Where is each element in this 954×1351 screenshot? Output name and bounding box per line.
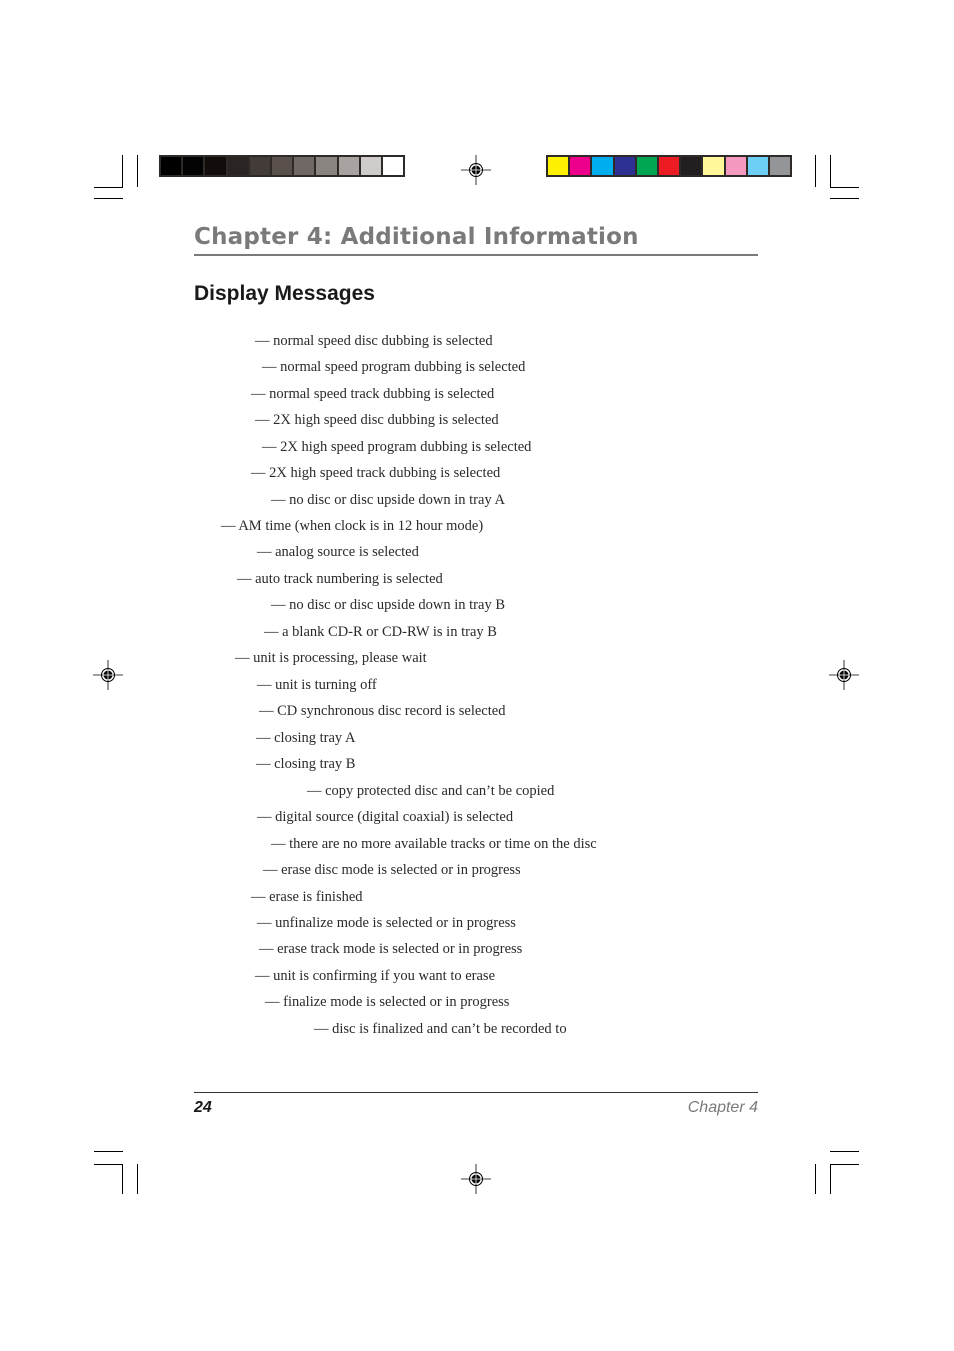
message-item: — 2X high speed disc dubbing is selected xyxy=(255,412,499,428)
color-swatch xyxy=(636,157,657,175)
message-item: — auto track numbering is selected xyxy=(237,571,443,587)
footer-divider xyxy=(194,1092,758,1093)
crop-mark xyxy=(94,187,123,188)
message-item: — closing tray A xyxy=(256,730,356,746)
message-item: — normal speed program dubbing is select… xyxy=(262,359,526,375)
message-item: — normal speed track dubbing is selected xyxy=(251,386,495,402)
message-item: — CD synchronous disc record is selected xyxy=(259,703,506,719)
message-item: — disc is finalized and can’t be recorde… xyxy=(314,1021,567,1037)
message-item: — unit is confirming if you want to eras… xyxy=(255,968,496,984)
message-item: — analog source is selected xyxy=(257,544,419,560)
color-swatch xyxy=(227,157,248,175)
crop-mark xyxy=(94,1164,123,1165)
color-swatch xyxy=(703,157,724,175)
message-item: — unfinalize mode is selected or in prog… xyxy=(257,915,516,931)
crop-mark xyxy=(137,1164,138,1194)
registration-mark-icon xyxy=(829,660,859,690)
registration-mark-icon xyxy=(93,660,123,690)
title-divider xyxy=(194,254,758,256)
crop-mark xyxy=(137,155,138,187)
crop-mark xyxy=(815,155,816,187)
color-swatch xyxy=(294,157,315,175)
message-item: — there are no more available tracks or … xyxy=(271,836,597,852)
chapter-title: Chapter 4: Additional Information xyxy=(194,224,639,250)
message-item: — digital source (digital coaxial) is se… xyxy=(257,809,514,825)
message-item: — erase is finished xyxy=(251,889,363,905)
color-swatch xyxy=(271,157,293,175)
color-swatch xyxy=(592,157,613,175)
crop-mark xyxy=(94,198,123,199)
message-item: — no disc or disc upside down in tray A xyxy=(271,492,505,508)
crop-mark xyxy=(94,1151,123,1152)
message-item: — erase disc mode is selected or in prog… xyxy=(263,862,521,878)
page-number: 24 xyxy=(194,1099,212,1116)
grayscale-color-bar xyxy=(159,155,405,177)
color-swatch xyxy=(382,157,404,175)
crop-mark xyxy=(815,1164,816,1194)
color-swatch xyxy=(183,157,204,175)
crop-mark xyxy=(830,187,859,188)
color-swatch xyxy=(614,157,635,175)
crop-mark xyxy=(830,1164,831,1194)
color-swatch xyxy=(548,157,569,175)
message-item: — copy protected disc and can’t be copie… xyxy=(307,783,555,799)
footer-chapter-label: Chapter 4 xyxy=(687,1099,758,1116)
crop-mark xyxy=(830,1164,859,1165)
registration-mark-icon xyxy=(461,155,491,185)
message-item: — normal speed disc dubbing is selected xyxy=(255,333,493,349)
color-swatch xyxy=(681,157,702,175)
message-item: — AM time (when clock is in 12 hour mode… xyxy=(221,518,484,534)
color-swatch xyxy=(360,157,381,175)
crop-mark xyxy=(830,1151,859,1152)
color-swatch xyxy=(769,157,791,175)
color-swatch xyxy=(658,157,680,175)
message-item: — erase track mode is selected or in pro… xyxy=(259,941,523,957)
color-swatch xyxy=(316,157,337,175)
message-item: — unit is processing, please wait xyxy=(235,650,427,666)
color-swatch xyxy=(570,157,591,175)
message-item: — finalize mode is selected or in progre… xyxy=(265,994,510,1010)
message-item: — no disc or disc upside down in tray B xyxy=(271,597,505,613)
message-item: — 2X high speed program dubbing is selec… xyxy=(262,439,532,455)
process-color-bar xyxy=(546,155,792,177)
crop-mark xyxy=(122,1164,123,1194)
message-item: — unit is turning off xyxy=(257,677,377,693)
crop-mark xyxy=(830,198,859,199)
color-swatch xyxy=(249,157,270,175)
section-title: Display Messages xyxy=(194,282,375,305)
color-swatch xyxy=(205,157,226,175)
color-swatch xyxy=(161,157,182,175)
crop-mark xyxy=(830,155,831,187)
color-swatch xyxy=(338,157,359,175)
color-swatch xyxy=(725,157,746,175)
message-item: — closing tray B xyxy=(256,756,356,772)
message-item: — a blank CD-R or CD-RW is in tray B xyxy=(264,624,497,640)
color-swatch xyxy=(747,157,768,175)
crop-mark xyxy=(122,155,123,187)
registration-mark-icon xyxy=(461,1164,491,1194)
message-item: — 2X high speed track dubbing is selecte… xyxy=(251,465,501,481)
